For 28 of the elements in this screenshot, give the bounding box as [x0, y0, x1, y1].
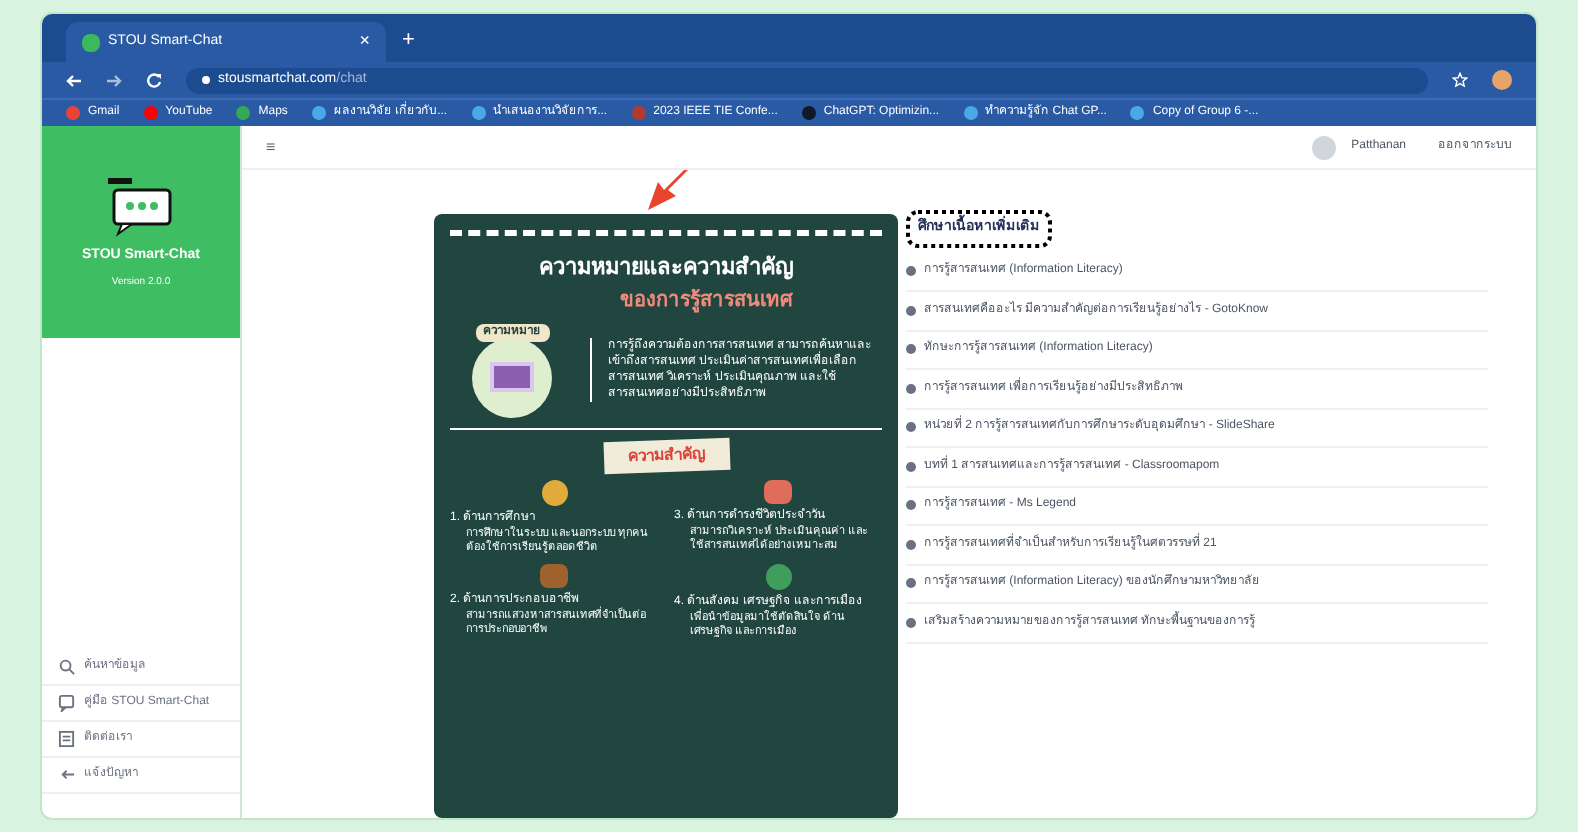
- user-avatar-icon: [1311, 135, 1336, 159]
- bullet-icon: [906, 344, 916, 355]
- bullet-icon: [906, 539, 916, 550]
- bullet-icon: [906, 500, 916, 511]
- bullet-icon: [906, 617, 916, 628]
- profile-avatar-icon[interactable]: [1492, 70, 1512, 90]
- bullet-icon: [906, 578, 916, 589]
- bullet-icon: [906, 266, 916, 277]
- back-icon[interactable]: [66, 73, 82, 87]
- monitor-icon: [472, 337, 552, 417]
- infographic-subtitle: ของการรู้สารสนเทศ: [618, 286, 795, 315]
- search-icon: [58, 658, 76, 676]
- menu-button[interactable]: ≡: [266, 135, 276, 159]
- importance-label: ความสำคัญ: [602, 436, 730, 474]
- bullet-icon: [906, 305, 916, 316]
- favicon-icon: [82, 33, 100, 51]
- close-tab-button[interactable]: ×: [359, 28, 370, 56]
- bullet-icon: [906, 422, 916, 433]
- bullet-icon: [906, 461, 916, 472]
- infographic-title: ความหมายและความสำคัญ: [537, 253, 795, 284]
- bullet-icon: [906, 383, 916, 394]
- star-icon[interactable]: [1452, 72, 1468, 88]
- chat-icon: [58, 694, 76, 712]
- new-tab-button[interactable]: +: [402, 23, 415, 62]
- reload-icon[interactable]: [146, 72, 162, 88]
- document-icon: [58, 730, 76, 748]
- exit-arrow-icon: [58, 766, 76, 784]
- forward-icon[interactable]: [106, 73, 122, 87]
